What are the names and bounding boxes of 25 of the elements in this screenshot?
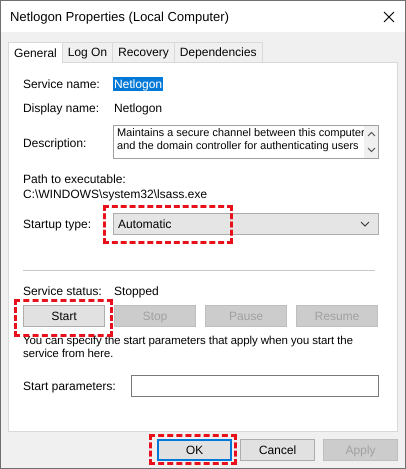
description-box[interactable]: Maintains a secure channel between this computer and the domain controller for authenticating users xyxy=(113,125,379,159)
field-label: Service name: xyxy=(23,77,101,91)
scroll-down-icon[interactable] xyxy=(366,147,376,153)
chevron-down-icon xyxy=(360,221,370,227)
path-value: C:\WINDOWS\system32\lsass.exe xyxy=(23,187,208,201)
field-label: Start parameters: xyxy=(23,379,117,393)
display-name-value: Netlogon xyxy=(113,101,164,115)
field-label: Path to executable: xyxy=(23,172,127,186)
field-label: Display name: xyxy=(23,101,100,115)
close-icon[interactable] xyxy=(383,10,395,22)
tab[interactable]: Dependencies xyxy=(174,42,262,62)
window-title: Netlogon Properties (Local Computer) xyxy=(10,9,229,24)
service-control-button[interactable]: Start xyxy=(23,305,105,327)
dialog-button[interactable]: Cancel xyxy=(240,439,315,461)
field-label: Startup type: xyxy=(23,217,92,231)
dialog-button[interactable]: OK xyxy=(157,439,232,461)
service-name-value: Netlogon xyxy=(113,77,164,91)
scroll-up-icon[interactable] xyxy=(366,131,376,137)
tab[interactable]: General xyxy=(8,42,63,63)
instruction-text: You can specify the start parameters that apply when you start the service from here. xyxy=(23,335,354,361)
field-label: Service status: xyxy=(23,284,103,298)
start-parameters-field[interactable] xyxy=(131,375,379,397)
startup-type-dropdown[interactable]: Automatic xyxy=(113,213,379,235)
service-status-value: Stopped xyxy=(113,284,160,298)
field-label: Description: xyxy=(23,136,88,150)
